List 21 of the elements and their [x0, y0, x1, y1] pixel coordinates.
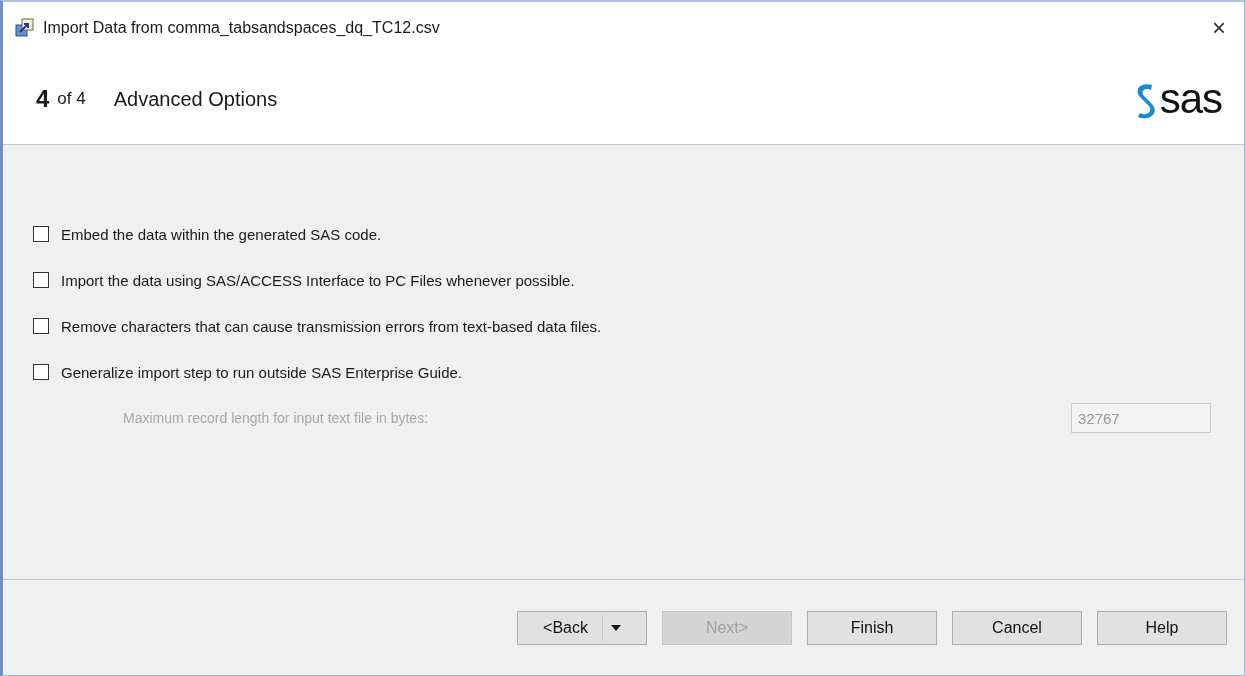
step-total: of 4 — [57, 89, 86, 109]
dropdown-caret-icon[interactable] — [610, 624, 621, 631]
close-icon[interactable]: × — [1204, 14, 1234, 42]
import-window-icon — [15, 18, 35, 38]
record-length-label: Maximum record length for input text file in bytes: — [123, 410, 429, 426]
checkbox[interactable] — [33, 364, 49, 380]
option-label: Import the data using SAS/ACCESS Interface to PC Files whenever possible. — [61, 271, 575, 289]
checkbox[interactable] — [33, 318, 49, 334]
checkbox[interactable] — [33, 272, 49, 288]
window-title: Import Data from comma_tabsandspaces_dq_TC12.csv — [43, 19, 441, 37]
wizard-button[interactable]: Help — [1097, 610, 1227, 645]
wizard-button[interactable]: <Back — [517, 610, 647, 645]
option-label: Remove characters that can cause transmission errors from text-based data files. — [61, 317, 602, 335]
step-heading: Advanced Options — [113, 87, 279, 111]
option-label: Generalize import step to run outside SAS Enterprise Guide. — [61, 363, 463, 381]
option-label: Embed the data within the generated SAS code. — [61, 225, 382, 243]
wizard-button[interactable]: Finish — [807, 610, 937, 645]
logo-wordmark: sas — [1159, 78, 1222, 120]
checkbox[interactable] — [33, 226, 49, 242]
step-number: 4 — [36, 85, 50, 113]
wizard-button[interactable]: Cancel — [952, 610, 1082, 645]
